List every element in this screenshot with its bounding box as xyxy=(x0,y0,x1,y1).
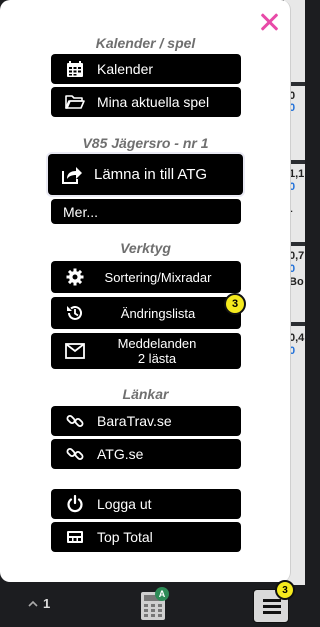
change-count-badge: 3 xyxy=(224,293,246,315)
calculator-badge: A xyxy=(155,587,169,601)
top-total-label: Top Total xyxy=(97,529,153,545)
my-games-button[interactable]: Mina aktuella spel xyxy=(51,87,241,117)
messages-read-count: 2 lästa xyxy=(137,351,177,366)
section-title-calendar: Kalender / spel xyxy=(95,35,196,51)
my-games-label: Mina aktuella spel xyxy=(97,94,210,110)
gear-icon xyxy=(62,264,88,290)
menu-badge: 3 xyxy=(275,580,295,600)
hamburger-line xyxy=(263,605,281,608)
calendar-label: Kalender xyxy=(97,61,154,77)
atg-link[interactable]: ATG.se xyxy=(51,439,241,469)
sorting-label: Sortering/Mixradar xyxy=(104,269,212,285)
side-menu: Kalender / spel Kalender Mina aktuella s… xyxy=(0,0,291,582)
calendar-icon xyxy=(62,56,88,82)
top-total-button[interactable]: Top Total xyxy=(51,522,241,552)
chevron-up-icon xyxy=(28,600,38,607)
background-value: 0,4 xyxy=(289,332,305,344)
sorting-button[interactable]: Sortering/Mixradar xyxy=(51,261,241,293)
section-title-tools: Verktyg xyxy=(120,240,171,256)
calendar-button[interactable]: Kalender xyxy=(51,54,241,84)
top-total-icon xyxy=(62,524,88,550)
logout-button[interactable]: Logga ut xyxy=(51,489,241,519)
page-indicator[interactable]: 1 xyxy=(28,596,50,611)
hamburger-line xyxy=(263,611,281,614)
background-value: Bo xyxy=(289,276,304,288)
link-icon xyxy=(62,408,88,434)
change-list-label: Ändringslista xyxy=(120,305,196,321)
link-icon xyxy=(62,441,88,467)
close-icon[interactable] xyxy=(259,12,279,32)
background-value: 0,7 xyxy=(289,250,305,262)
baratrav-link[interactable]: BaraTrav.se xyxy=(51,406,241,436)
more-label: Mer... xyxy=(63,203,99,220)
submit-to-atg-label: Lämna in till ATG xyxy=(94,166,208,183)
baratrav-label: BaraTrav.se xyxy=(97,413,172,429)
messages-title: Meddelanden xyxy=(117,336,197,351)
envelope-icon xyxy=(62,338,88,364)
change-list-button[interactable]: Ändringslista xyxy=(51,297,241,329)
atg-label: ATG.se xyxy=(97,446,144,462)
more-button[interactable]: Mer... xyxy=(51,199,241,224)
power-icon xyxy=(62,491,88,517)
messages-button[interactable]: Meddelanden 2 lästa xyxy=(51,333,241,369)
hamburger-line xyxy=(263,599,281,602)
messages-label: Meddelanden 2 lästa xyxy=(97,336,217,366)
folder-open-icon xyxy=(62,89,88,115)
section-title-links: Länkar xyxy=(122,386,169,402)
background-value: 1,1 xyxy=(289,168,305,180)
section-title-race: V85 Jägersro - nr 1 xyxy=(82,135,209,151)
share-icon xyxy=(59,162,85,188)
logout-label: Logga ut xyxy=(97,496,152,512)
history-icon xyxy=(62,300,88,326)
submit-to-atg-button[interactable]: Lämna in till ATG xyxy=(48,154,243,195)
page-number: 1 xyxy=(43,596,51,611)
